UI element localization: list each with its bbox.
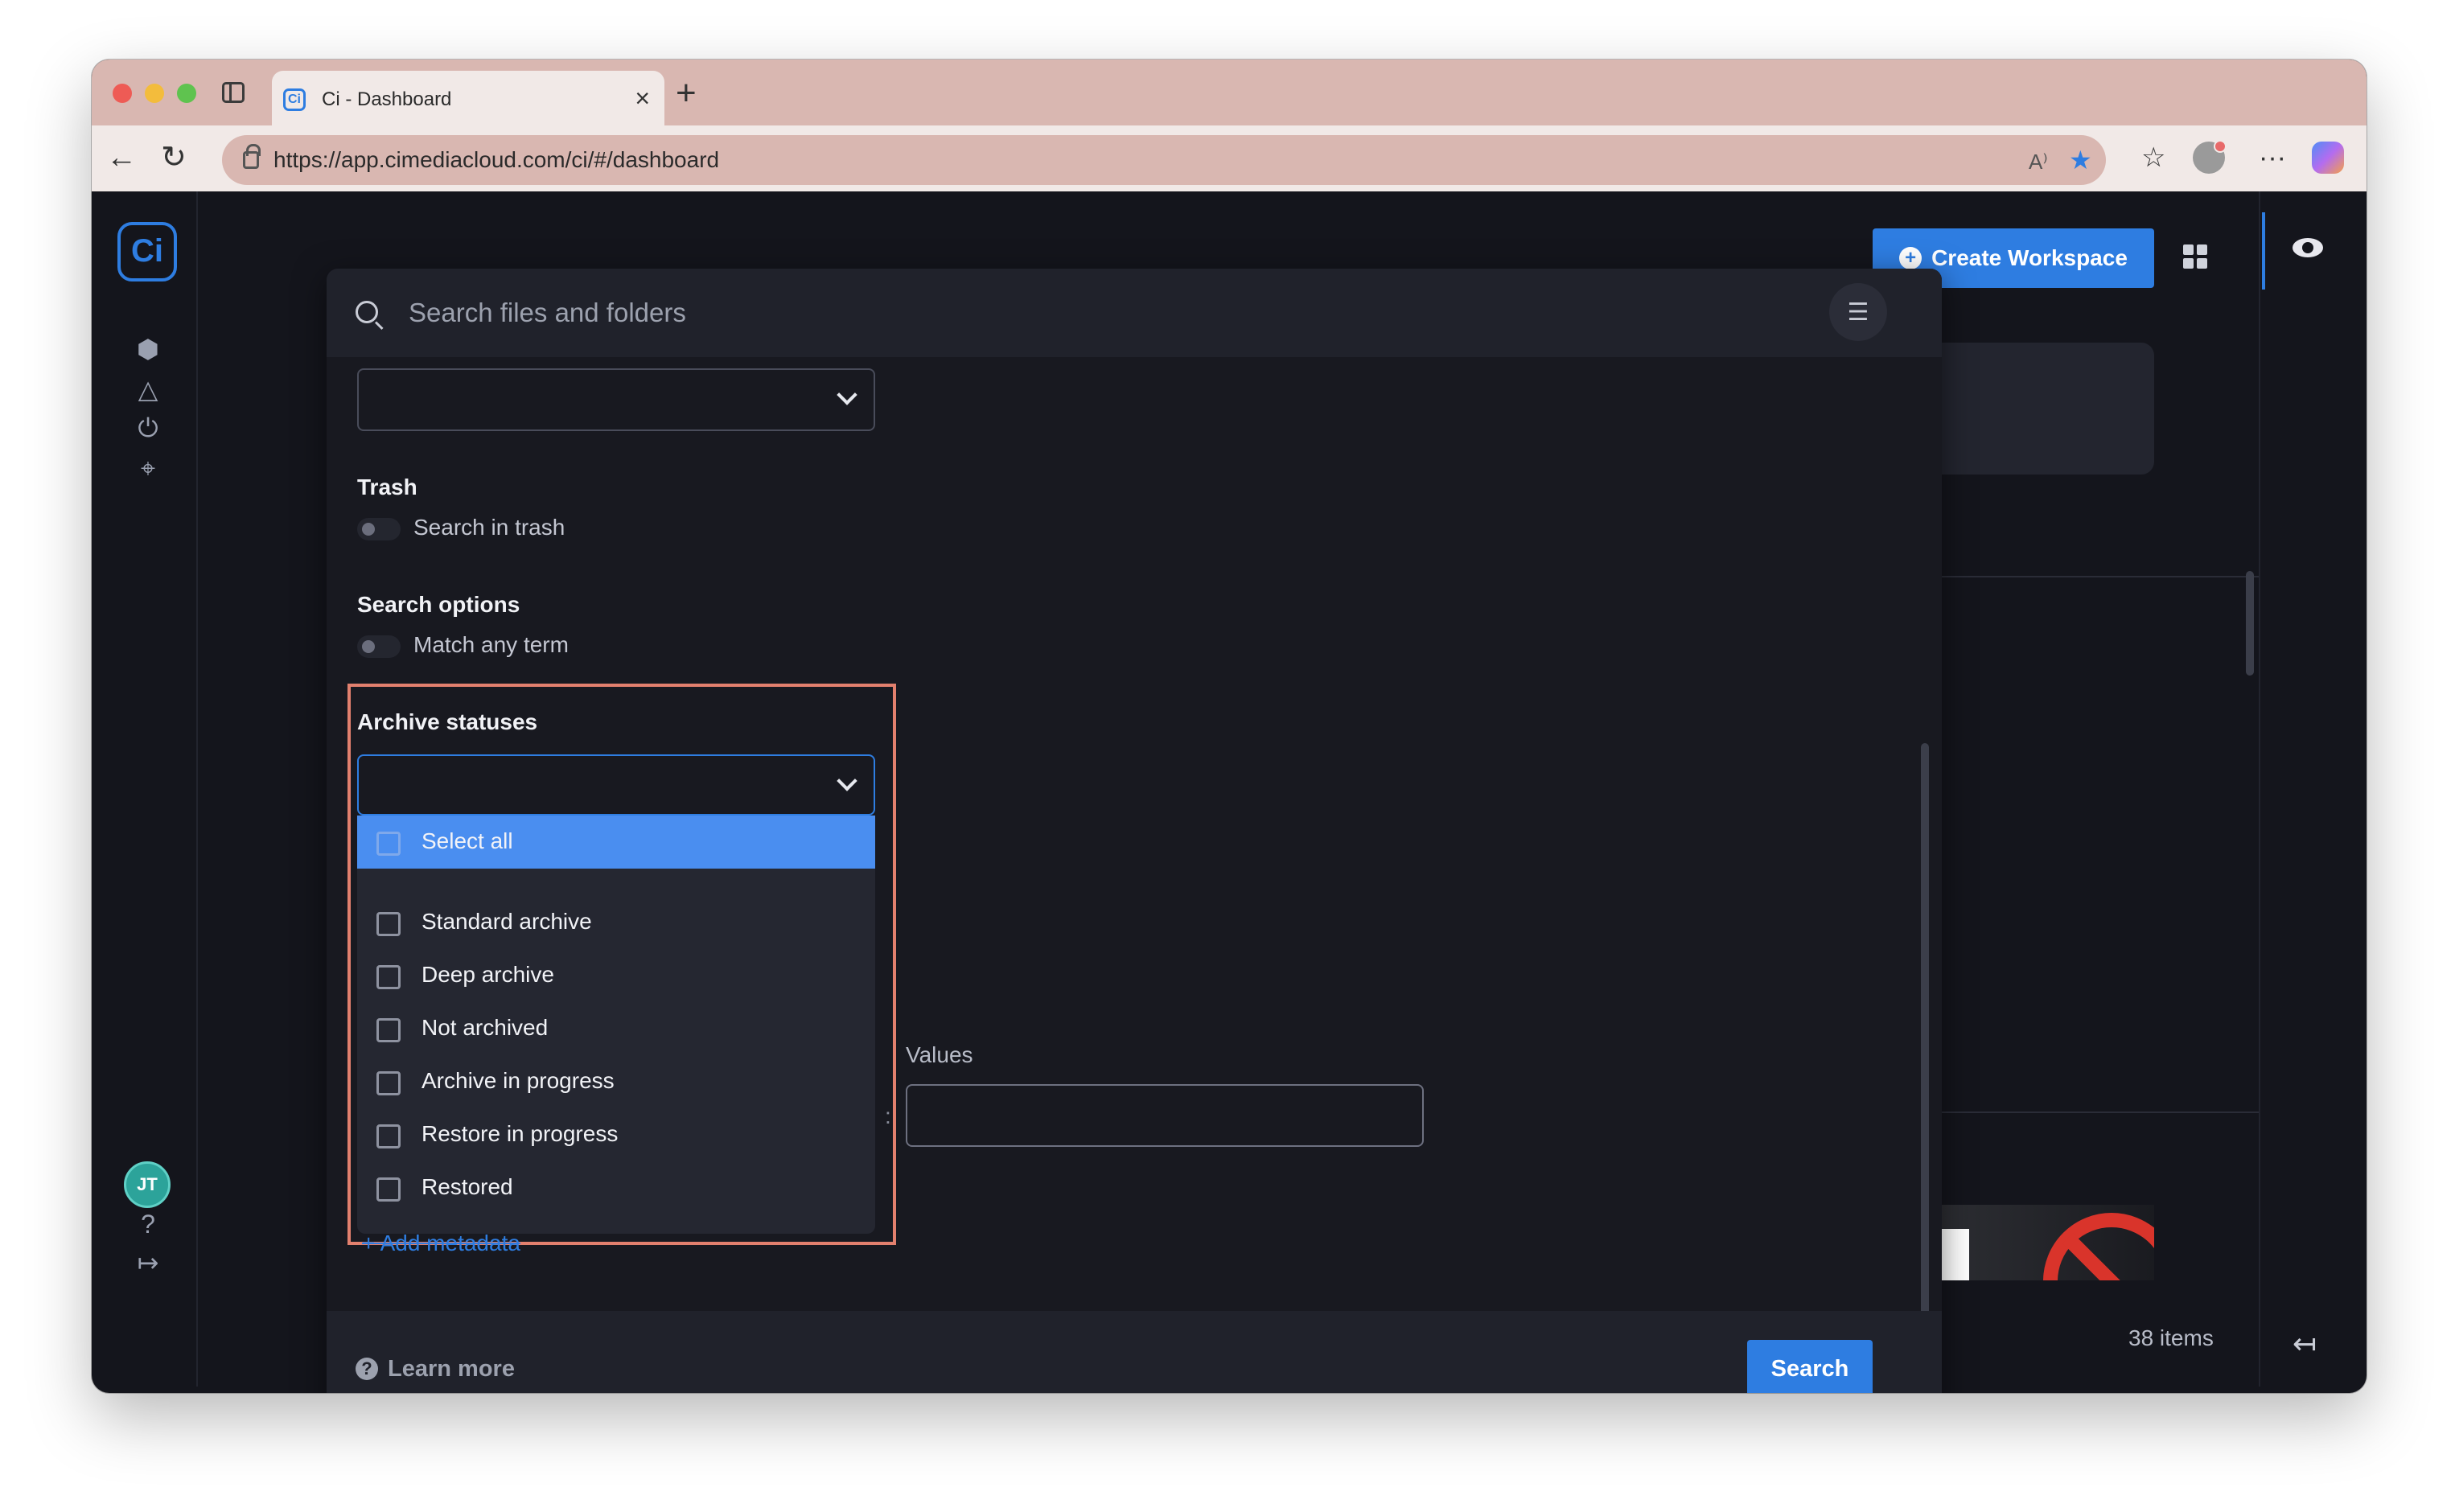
- search-header: ☰: [327, 269, 1942, 357]
- add-metadata-link[interactable]: + Add metadata: [362, 1231, 520, 1256]
- collapse-icon[interactable]: ↤: [2293, 1327, 2317, 1361]
- back-arrow-icon[interactable]: ←: [106, 140, 137, 175]
- values-input[interactable]: [906, 1084, 1424, 1147]
- close-tab-icon[interactable]: ×: [635, 84, 650, 113]
- search-input[interactable]: [409, 288, 1776, 338]
- minimize-window-button[interactable]: [145, 84, 164, 103]
- option-restored[interactable]: Restored: [357, 1161, 875, 1214]
- chevron-down-icon: [837, 770, 857, 791]
- plus-circle-icon: +: [1899, 247, 1922, 269]
- search-button[interactable]: Search: [1747, 1340, 1873, 1393]
- option-deep-archive[interactable]: Deep archive: [357, 949, 875, 1002]
- search-options-title: Search options: [357, 592, 520, 617]
- checkbox[interactable]: [376, 1071, 401, 1095]
- archive-statuses-dropdown: Select all Standard archive Deep archive…: [357, 816, 875, 1234]
- option-select-all[interactable]: Select all: [357, 816, 875, 869]
- profile-icon[interactable]: [2193, 140, 2227, 174]
- panel-scrollbar[interactable]: [1921, 743, 1929, 1316]
- grid-view-icon[interactable]: [2183, 244, 2207, 269]
- search-in-trash-label: Search in trash: [413, 515, 565, 540]
- target-icon[interactable]: ⌖: [132, 452, 164, 484]
- sidebar-toggle-icon[interactable]: [222, 82, 245, 103]
- browser-window: Ci Ci - Dashboard × + ← ↻ https://app.ci…: [92, 60, 2367, 1393]
- cloud-icon[interactable]: △: [132, 373, 164, 405]
- tab-title: Ci - Dashboard: [322, 88, 452, 110]
- checkbox[interactable]: [376, 1177, 401, 1202]
- checkbox[interactable]: [376, 965, 401, 989]
- match-any-term-toggle[interactable]: [357, 635, 401, 658]
- checkbox[interactable]: [376, 912, 401, 936]
- star-icon[interactable]: ★: [2069, 145, 2092, 175]
- url-bar[interactable]: https://app.cimediacloud.com/ci/#/dashbo…: [222, 135, 2106, 185]
- favorites-icon[interactable]: ☆: [2141, 140, 2165, 175]
- prohibited-icon: [2043, 1213, 2154, 1280]
- top-select[interactable]: [357, 368, 875, 431]
- avatar[interactable]: JT: [124, 1161, 171, 1208]
- checkbox[interactable]: [376, 1124, 401, 1148]
- checkbox[interactable]: [376, 1018, 401, 1042]
- filter-settings-button[interactable]: ☰: [1829, 283, 1887, 341]
- active-indicator: [2262, 212, 2265, 290]
- address-bar: ← ↻ https://app.cimediacloud.com/ci/#/da…: [92, 125, 2367, 191]
- trash-title: Trash: [357, 475, 417, 499]
- browser-tab[interactable]: Ci Ci - Dashboard ×: [272, 71, 664, 125]
- option-standard-archive[interactable]: Standard archive: [357, 896, 875, 949]
- option-not-archived[interactable]: Not archived: [357, 1002, 875, 1055]
- items-count: 38 items: [2128, 1325, 2214, 1350]
- option-restore-in-progress[interactable]: Restore in progress: [357, 1108, 875, 1161]
- close-window-button[interactable]: [113, 84, 132, 103]
- question-icon[interactable]: ?: [132, 1208, 164, 1240]
- search-footer: ? Learn more Search: [327, 1311, 1942, 1393]
- more-icon[interactable]: ···: [2259, 140, 2286, 175]
- new-tab-icon[interactable]: +: [676, 71, 697, 116]
- left-rail: Ci ⬢ △ ⏻ ⌖ JT ? ↦: [98, 191, 198, 1387]
- search-panel: ☰ Trash Search in trash Search options M…: [327, 269, 1942, 1393]
- question-icon[interactable]: ?: [356, 1358, 378, 1380]
- search-in-trash-toggle[interactable]: [357, 518, 401, 540]
- cube-icon[interactable]: ⬢: [132, 333, 164, 365]
- learn-more-link[interactable]: Learn more: [388, 1356, 515, 1383]
- copilot-icon[interactable]: [2312, 142, 2344, 174]
- checkbox[interactable]: [376, 832, 401, 856]
- eye-icon[interactable]: [2293, 238, 2323, 257]
- lock-icon[interactable]: [243, 144, 261, 169]
- maximize-window-button[interactable]: [177, 84, 196, 103]
- separator: :: [885, 1103, 891, 1128]
- favicon-icon: Ci: [283, 88, 306, 111]
- ci-logo[interactable]: Ci: [117, 222, 177, 281]
- option-archive-in-progress[interactable]: Archive in progress: [357, 1055, 875, 1108]
- create-workspace-label: Create Workspace: [1931, 245, 2128, 270]
- archive-statuses-title: Archive statuses: [357, 709, 538, 734]
- signout-icon[interactable]: ↦: [132, 1247, 164, 1279]
- power-icon[interactable]: ⏻: [132, 412, 164, 444]
- chevron-down-icon: [837, 384, 857, 405]
- url-text[interactable]: https://app.cimediacloud.com/ci/#/dashbo…: [273, 147, 719, 173]
- scrollbar[interactable]: [2246, 571, 2254, 676]
- values-label: Values: [906, 1042, 973, 1067]
- reload-icon[interactable]: ↻: [161, 140, 187, 175]
- read-aloud-icon[interactable]: A⁾: [2029, 146, 2048, 177]
- right-pane: ↤: [2259, 191, 2360, 1387]
- tab-bar: Ci Ci - Dashboard × +: [92, 60, 2367, 125]
- archive-statuses-select[interactable]: [357, 754, 875, 816]
- match-any-term-label: Match any term: [413, 632, 569, 657]
- search-icon: [356, 301, 378, 323]
